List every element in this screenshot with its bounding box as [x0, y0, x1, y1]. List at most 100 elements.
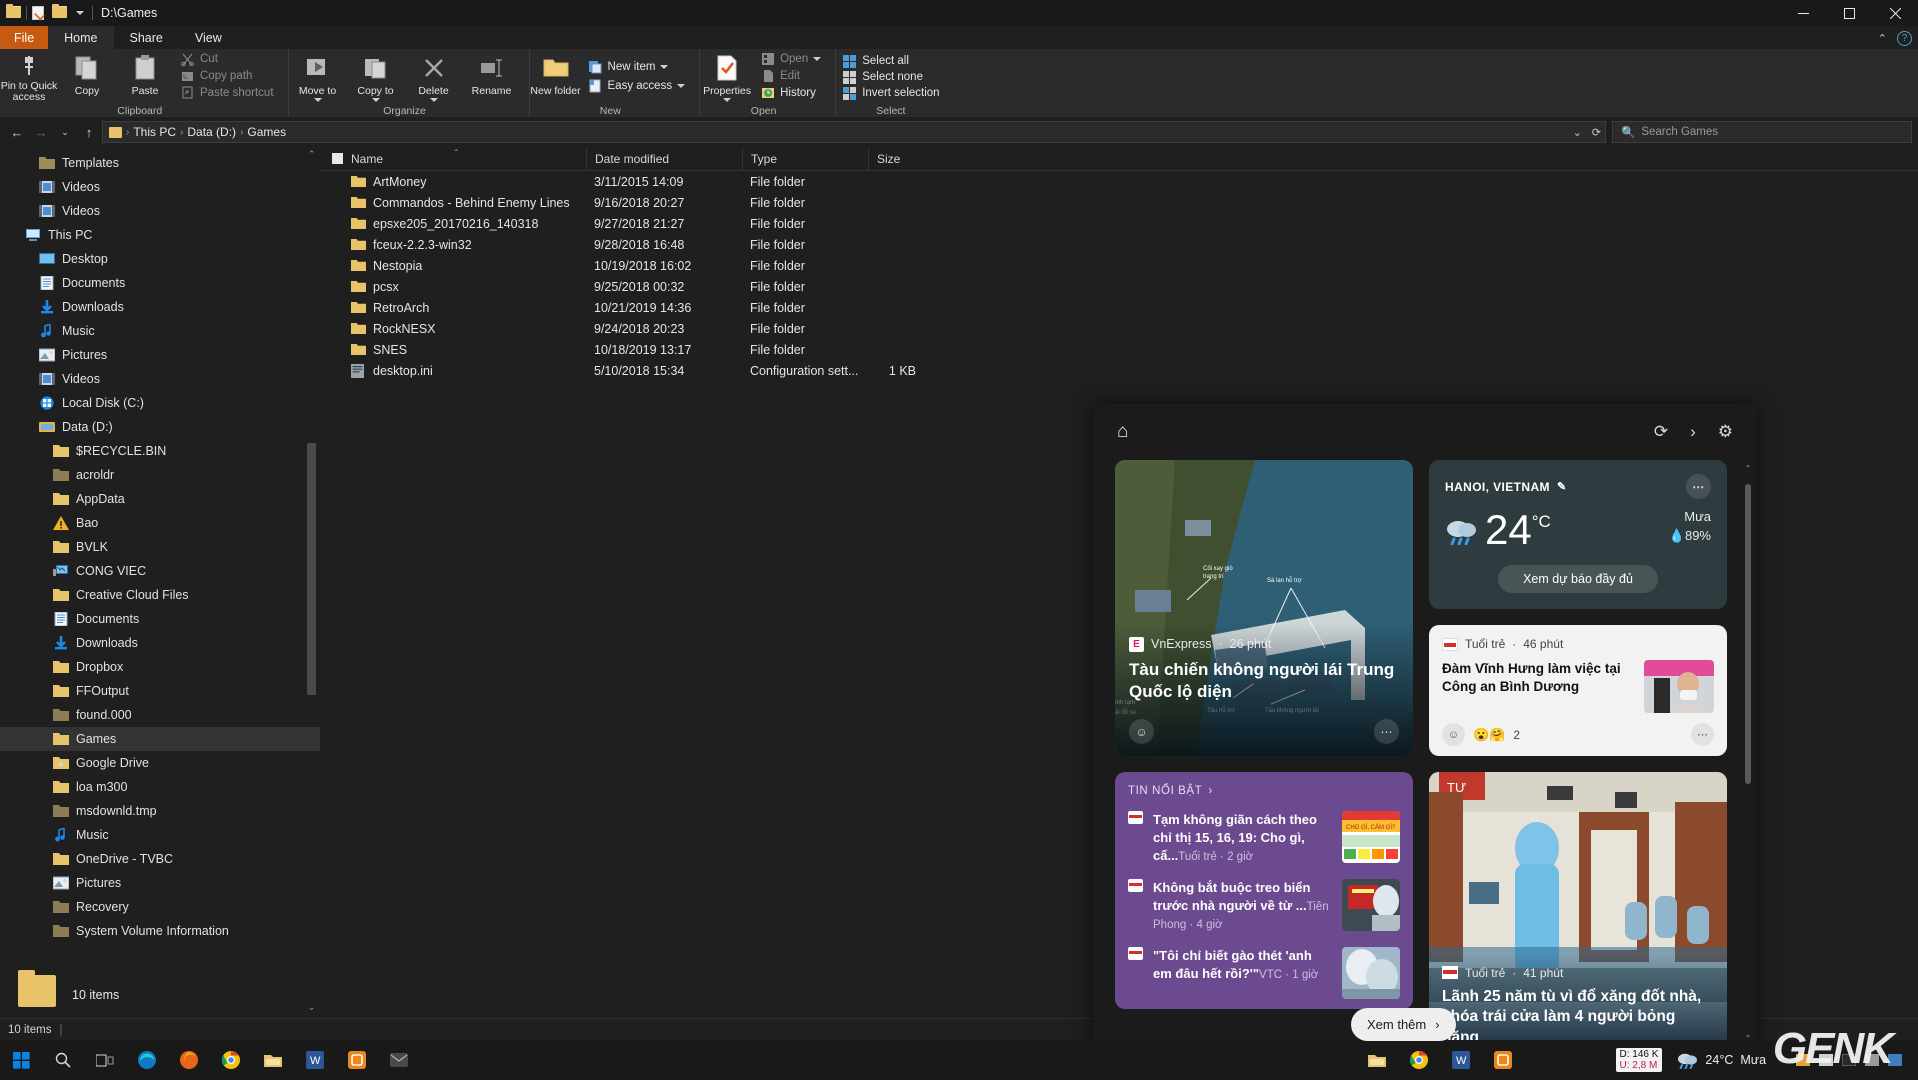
table-row[interactable]: epsxe205_20170216_1403189/27/2018 21:27F…	[320, 213, 1918, 234]
column-header-name[interactable]: Name ⌃	[320, 147, 586, 171]
chevron-down-icon[interactable]	[430, 98, 438, 102]
nav-item-cong-viec[interactable]: CONG VIEC	[0, 559, 320, 583]
nav-item-data-d[interactable]: Data (D:)	[0, 415, 320, 439]
word-icon[interactable]: W	[294, 1040, 336, 1080]
copy-path-button[interactable]: \\.. Copy path	[174, 68, 280, 85]
invert-selection-button[interactable]: Invert selection	[836, 85, 945, 101]
new-item-button[interactable]: New item	[582, 57, 692, 76]
nav-item-templates[interactable]: Templates	[0, 151, 320, 175]
refresh-icon[interactable]: ⟳	[1654, 422, 1668, 442]
pencil-icon[interactable]: ✎	[1557, 480, 1567, 493]
chevron-down-icon[interactable]	[677, 84, 685, 88]
nav-item-bao[interactable]: Bao	[0, 511, 320, 535]
customize-caret-icon[interactable]	[72, 6, 87, 20]
chevron-down-icon[interactable]	[372, 98, 380, 102]
breadcrumb-this-pc[interactable]: This PC	[133, 125, 176, 139]
file-name-cell[interactable]: fceux-2.2.3-win32	[320, 238, 586, 252]
edge-icon[interactable]	[126, 1040, 168, 1080]
scroll-down-icon[interactable]: ⌄	[306, 1002, 317, 1016]
taskbar-weather[interactable]: 24°C Mưa	[1676, 1051, 1766, 1069]
cut-button[interactable]: Cut	[174, 51, 280, 68]
properties-button[interactable]: Properties	[700, 49, 754, 103]
file-name-cell[interactable]: epsxe205_20170216_140318	[320, 217, 586, 231]
nav-item-documents[interactable]: Documents	[0, 607, 320, 631]
paste-button[interactable]: Paste	[116, 49, 174, 103]
tab-home[interactable]: Home	[48, 26, 113, 49]
breadcrumb-games[interactable]: Games	[247, 125, 286, 139]
hero-title[interactable]: Tàu chiến không người lái Trung Quốc lộ …	[1129, 659, 1399, 703]
chrome-icon[interactable]	[1398, 1040, 1440, 1080]
nav-item-music[interactable]: Music	[0, 823, 320, 847]
nav-item-local-disk-c[interactable]: Local Disk (C:)	[0, 391, 320, 415]
nav-item-system-volume-information[interactable]: System Volume Information	[0, 919, 320, 943]
nav-item-videos[interactable]: Videos	[0, 175, 320, 199]
table-row[interactable]: desktop.ini5/10/2018 15:34Configuration …	[320, 360, 1918, 381]
address-dropdown-icon[interactable]: ⌄	[1573, 126, 1582, 139]
table-row[interactable]: pcsx9/25/2018 00:32File folder	[320, 276, 1918, 297]
nav-item-acroldr[interactable]: acroldr	[0, 463, 320, 487]
nav-item-pictures[interactable]: Pictures	[0, 871, 320, 895]
trending-item[interactable]: Tạm không giãn cách theo chỉ thị 15, 16,…	[1128, 811, 1400, 865]
trending-card[interactable]: TIN NỔI BẬT › Tạm không giãn cách theo c…	[1115, 772, 1413, 1009]
nav-item-games[interactable]: Games	[0, 727, 320, 751]
rename-button[interactable]: Rename	[463, 49, 521, 103]
store-icon[interactable]	[1482, 1040, 1524, 1080]
navigation-pane[interactable]: TemplatesVideosVideosThis PCDesktopDocum…	[0, 147, 320, 1018]
table-row[interactable]: ArtMoney3/11/2015 14:09File folder	[320, 171, 1918, 192]
court-title[interactable]: Lãnh 25 năm tù vì đổ xăng đốt nhà, khóa …	[1442, 987, 1714, 1048]
see-more-button[interactable]: Xem thêm ›	[1351, 1008, 1456, 1041]
nav-item-desktop[interactable]: Desktop	[0, 247, 320, 271]
more-dots-icon[interactable]: ⋯	[1374, 719, 1399, 744]
forward-arrow-icon[interactable]: →	[30, 121, 52, 143]
folder-icon[interactable]	[6, 6, 21, 20]
widgets-scrollbar[interactable]: ⌃ ⌄	[1743, 464, 1753, 1042]
taskbar[interactable]: W W D: 146 K U: 2,8 M	[0, 1040, 1918, 1080]
file-name-cell[interactable]: ArtMoney	[320, 175, 586, 189]
desktop-folder-icon[interactable]	[18, 975, 56, 1007]
select-all-checkbox[interactable]	[332, 153, 343, 164]
explorer-icon[interactable]	[1356, 1040, 1398, 1080]
select-all-button[interactable]: Select all	[836, 53, 945, 69]
folder-tree[interactable]: TemplatesVideosVideosThis PCDesktopDocum…	[0, 151, 320, 943]
paste-shortcut-button[interactable]: Paste shortcut	[174, 84, 280, 101]
open-button[interactable]: Open	[754, 51, 827, 68]
more-dots-icon[interactable]: ⋯	[1691, 723, 1714, 746]
copy-to-button[interactable]: Copy to	[347, 49, 405, 103]
nav-item-pictures[interactable]: Pictures	[0, 343, 320, 367]
nav-item-loa-m300[interactable]: loa m300	[0, 775, 320, 799]
firefox-icon[interactable]	[168, 1040, 210, 1080]
refresh-icon[interactable]: ⟳	[1592, 126, 1601, 139]
select-none-button[interactable]: Select none	[836, 69, 945, 85]
quick-access-toolbar[interactable]	[6, 6, 93, 20]
nav-item-creative-cloud-files[interactable]: Creative Cloud Files	[0, 583, 320, 607]
nav-item-dropbox[interactable]: Dropbox	[0, 655, 320, 679]
nav-item-bvlk[interactable]: BVLK	[0, 535, 320, 559]
add-reaction-icon[interactable]: ☺	[1129, 719, 1154, 744]
table-row[interactable]: Nestopia10/19/2018 16:02File folder	[320, 255, 1918, 276]
nav-item-recovery[interactable]: Recovery	[0, 895, 320, 919]
chevron-right-icon[interactable]: ›	[1690, 422, 1696, 442]
column-header-type[interactable]: Type	[742, 147, 868, 171]
column-header-size[interactable]: Size	[868, 147, 930, 171]
column-header-date[interactable]: Date modified	[586, 147, 742, 171]
windows-start-icon[interactable]	[0, 1040, 42, 1080]
news-and-interests-panel[interactable]: ⌂ ⟳ › ⚙	[1093, 404, 1757, 1050]
trending-heading-row[interactable]: TIN NỔI BẬT ›	[1128, 785, 1400, 797]
chevron-down-icon[interactable]	[660, 65, 668, 69]
trending-list[interactable]: Tạm không giãn cách theo chỉ thị 15, 16,…	[1128, 811, 1400, 999]
store-icon[interactable]	[336, 1040, 378, 1080]
chevron-down-icon[interactable]	[813, 57, 821, 61]
word-icon[interactable]: W	[1440, 1040, 1482, 1080]
tab-view[interactable]: View	[179, 26, 238, 49]
nav-item-ffoutput[interactable]: FFOutput	[0, 679, 320, 703]
help-icon[interactable]: ?	[1897, 31, 1912, 46]
nav-scroll-thumb[interactable]	[307, 443, 316, 695]
home-icon[interactable]: ⌂	[1117, 421, 1128, 443]
chevron-down-icon[interactable]	[723, 98, 731, 102]
nav-item-appdata[interactable]: AppData	[0, 487, 320, 511]
breadcrumb[interactable]: › This PC › Data (D:) › Games ⌄ ⟳	[102, 121, 1606, 143]
move-to-button[interactable]: Move to	[289, 49, 347, 103]
close-icon[interactable]	[1872, 0, 1918, 26]
file-rows[interactable]: ArtMoney3/11/2015 14:09File folderComman…	[320, 171, 1918, 381]
nav-item-google-drive[interactable]: Google Drive	[0, 751, 320, 775]
